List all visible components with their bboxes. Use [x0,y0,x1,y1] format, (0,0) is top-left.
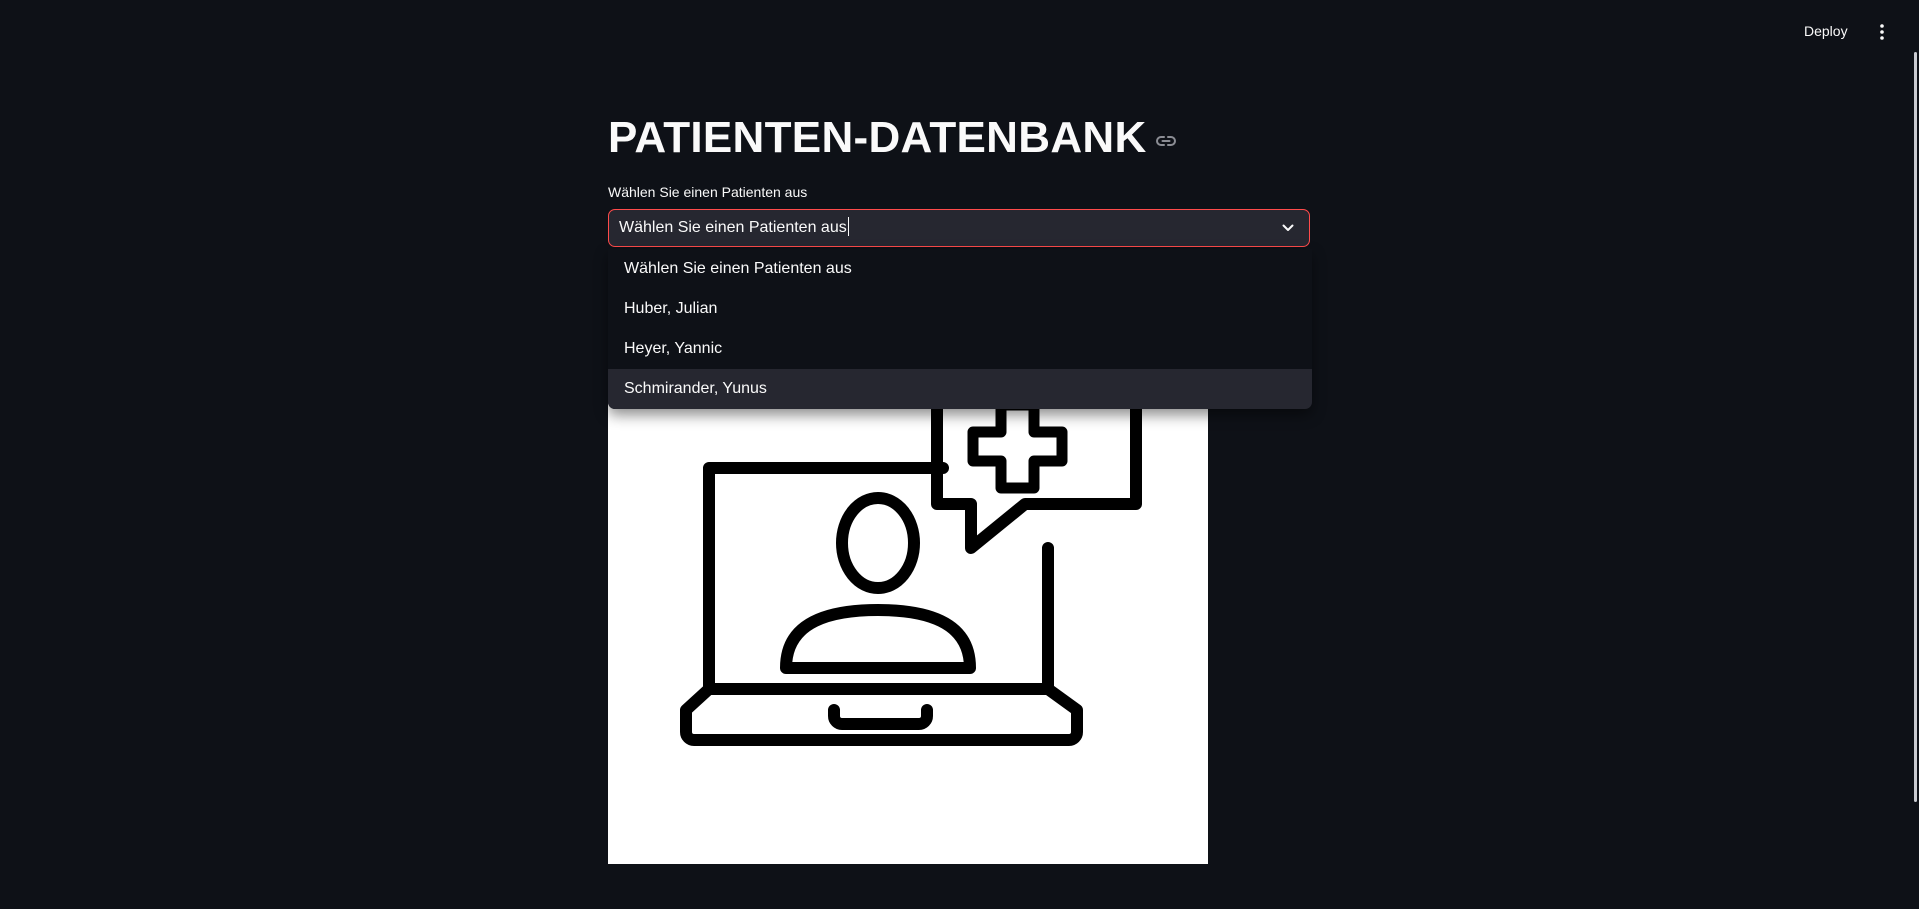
main-menu-button[interactable] [1870,20,1894,44]
text-cursor [847,216,849,236]
telemedicine-laptop-patient-icon [680,386,1142,746]
patient-image [608,380,1208,864]
patient-select[interactable]: Wählen Sie einen Patienten aus [608,209,1310,247]
app-window: Deploy PATIENTEN-DATENBANK Wählen Sie ei… [0,0,1919,909]
dropdown-option[interactable]: Wählen Sie einen Patienten aus [608,249,1312,289]
dropdown-option[interactable]: Huber, Julian [608,289,1312,329]
page-title: PATIENTEN-DATENBANK [608,113,1147,162]
link-icon[interactable] [1155,130,1177,152]
chevron-down-icon[interactable] [1279,219,1297,237]
page-scrollbar[interactable] [1914,52,1917,802]
dropdown-option-highlighted[interactable]: Schmirander, Yunus [608,369,1312,409]
dropdown-option[interactable]: Heyer, Yannic [608,329,1312,369]
app-header: Deploy [0,0,1919,60]
deploy-button[interactable]: Deploy [1800,20,1852,42]
vertical-ellipsis-icon [1880,24,1884,40]
patient-select-label: Wählen Sie einen Patienten aus [608,184,808,200]
patient-select-input[interactable]: Wählen Sie einen Patienten aus [619,210,849,246]
patient-dropdown-list: Wählen Sie einen Patienten aus Huber, Ju… [608,249,1312,409]
patient-select-value: Wählen Sie einen Patienten aus [619,219,847,236]
title-row: PATIENTEN-DATENBANK [608,108,1177,168]
